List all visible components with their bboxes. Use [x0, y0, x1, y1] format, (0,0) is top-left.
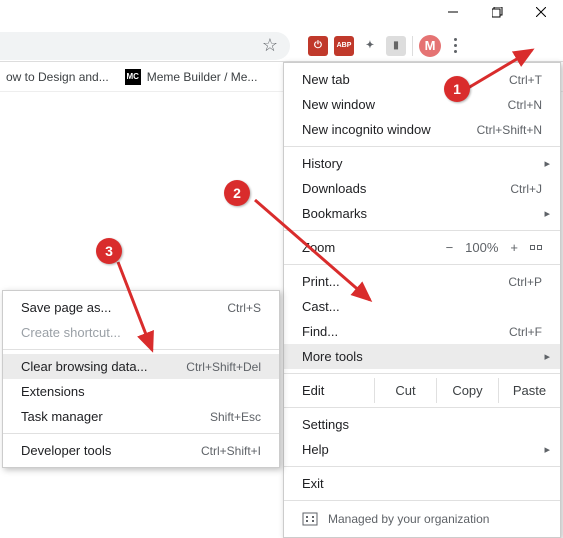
menu-help[interactable]: Help: [284, 437, 560, 462]
separator: [284, 146, 560, 147]
submenu-extensions[interactable]: Extensions: [3, 379, 279, 404]
edit-cut-button[interactable]: Cut: [374, 378, 436, 403]
menu-cast[interactable]: Cast...: [284, 294, 560, 319]
menu-print[interactable]: Print... Ctrl+P: [284, 269, 560, 294]
step-badge-3: 3: [96, 238, 122, 264]
step-badge-2: 2: [224, 180, 250, 206]
edit-paste-button[interactable]: Paste: [498, 378, 560, 403]
building-icon: [302, 512, 318, 526]
separator: [284, 500, 560, 501]
extension-clip-icon[interactable]: ✦: [360, 36, 380, 56]
separator: [284, 407, 560, 408]
submenu-save-page[interactable]: Save page as... Ctrl+S: [3, 295, 279, 320]
separator: [3, 433, 279, 434]
minimize-button[interactable]: [431, 0, 475, 24]
more-tools-submenu: Save page as... Ctrl+S Create shortcut..…: [2, 290, 280, 468]
extension-icons: ⏻ ABP ✦ ▮: [308, 36, 406, 56]
bookmark-label: Meme Builder / Me...: [147, 70, 258, 84]
fullscreen-icon[interactable]: [530, 245, 542, 250]
menu-more-tools[interactable]: More tools: [284, 344, 560, 369]
submenu-task-manager[interactable]: Task manager Shift+Esc: [3, 404, 279, 429]
extension-abp-icon[interactable]: ABP: [334, 36, 354, 56]
menu-zoom: Zoom − 100% +: [284, 235, 560, 260]
close-button[interactable]: [519, 0, 563, 24]
star-icon[interactable]: ☆: [262, 35, 278, 56]
submenu-create-shortcut: Create shortcut...: [3, 320, 279, 345]
extension-ublock-icon[interactable]: ⏻: [308, 36, 328, 56]
bookmark-item[interactable]: MC Meme Builder / Me...: [125, 69, 258, 85]
bookmark-item[interactable]: ow to Design and...: [6, 70, 109, 84]
menu-settings[interactable]: Settings: [284, 412, 560, 437]
kebab-menu-button[interactable]: [441, 32, 469, 60]
chrome-main-menu: New tab Ctrl+T New window Ctrl+N New inc…: [283, 62, 561, 538]
separator: [3, 349, 279, 350]
submenu-clear-browsing-data[interactable]: Clear browsing data... Ctrl+Shift+Del: [3, 354, 279, 379]
zoom-value: 100%: [465, 240, 498, 255]
submenu-dev-tools[interactable]: Developer tools Ctrl+Shift+I: [3, 438, 279, 463]
separator: [284, 264, 560, 265]
menu-edit: Edit Cut Copy Paste: [284, 378, 560, 403]
zoom-out-button[interactable]: −: [446, 240, 454, 255]
menu-bookmarks[interactable]: Bookmarks: [284, 201, 560, 226]
separator: [284, 230, 560, 231]
separator: [284, 466, 560, 467]
bookmark-favicon: MC: [125, 69, 141, 85]
separator: [284, 373, 560, 374]
menu-exit[interactable]: Exit: [284, 471, 560, 496]
menu-incognito[interactable]: New incognito window Ctrl+Shift+N: [284, 117, 560, 142]
window-controls: [431, 0, 563, 24]
toolbar: ☆ ⏻ ABP ✦ ▮ M: [0, 30, 563, 62]
bookmark-label: ow to Design and...: [6, 70, 109, 84]
separator: [412, 36, 413, 56]
menu-downloads[interactable]: Downloads Ctrl+J: [284, 176, 560, 201]
address-bar[interactable]: ☆: [0, 32, 290, 60]
menu-history[interactable]: History: [284, 151, 560, 176]
extension-note-icon[interactable]: ▮: [386, 36, 406, 56]
avatar[interactable]: M: [419, 35, 441, 57]
zoom-in-button[interactable]: +: [510, 240, 518, 255]
menu-new-tab[interactable]: New tab Ctrl+T: [284, 67, 560, 92]
menu-find[interactable]: Find... Ctrl+F: [284, 319, 560, 344]
restore-button[interactable]: [475, 0, 519, 24]
menu-new-window[interactable]: New window Ctrl+N: [284, 92, 560, 117]
edit-copy-button[interactable]: Copy: [436, 378, 498, 403]
